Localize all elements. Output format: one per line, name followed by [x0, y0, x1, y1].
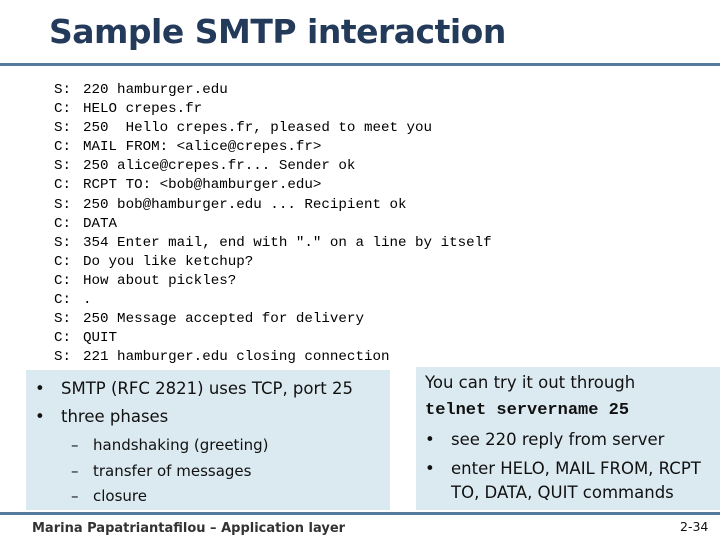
transcript-line: C: DATA — [54, 215, 492, 234]
line-text: 250 Hello crepes.fr, pleased to meet you — [83, 120, 433, 137]
transcript-line: S: 221 hamburger.edu closing connection — [54, 348, 492, 367]
tip-bullet-continued: TO, DATA, QUIT commands — [451, 483, 674, 502]
line-text: 354 Enter mail, end with "." on a line b… — [83, 234, 492, 251]
title-divider — [0, 63, 720, 66]
speaker-label: S: — [54, 196, 72, 213]
line-text: RCPT TO: <bob@hamburger.edu> — [83, 177, 322, 194]
tip-bullet: • see 220 reply from server — [425, 430, 665, 449]
speaker-label: S: — [54, 349, 72, 366]
footer-text: Marina Papatriantafilou – Application la… — [32, 521, 346, 536]
line-text: How about pickles? — [83, 272, 237, 289]
slide-title: Sample SMTP interaction — [49, 12, 506, 51]
speaker-label: S: — [54, 120, 72, 137]
speaker-label: S: — [54, 311, 72, 328]
line-text: HELO crepes.fr — [83, 101, 203, 118]
speaker-label: S: — [54, 158, 72, 175]
speaker-label: C: — [54, 253, 72, 270]
transcript-line: C: How about pickles? — [54, 272, 492, 291]
speaker-label: C: — [54, 139, 72, 156]
line-text: 220 hamburger.edu — [83, 82, 228, 98]
line-text: QUIT — [83, 330, 118, 347]
transcript-line: S: 354 Enter mail, end with "." on a line… — [54, 234, 492, 253]
transcript-line: S: 250 alice@crepes.fr... Sender ok — [54, 157, 492, 176]
line-text: Do you like ketchup? — [83, 253, 254, 270]
speaker-label: C: — [54, 177, 72, 194]
tip-bullet: • enter HELO, MAIL FROM, RCPT — [425, 459, 701, 478]
transcript-line: C: RCPT TO: <bob@hamburger.edu> — [54, 176, 492, 195]
page-number: 2-34 — [680, 519, 709, 534]
footer-divider — [0, 512, 720, 515]
telnet-command: telnet servername 25 — [425, 401, 630, 420]
line-text: . — [83, 292, 92, 309]
sub-bullet-item: – closure — [71, 487, 147, 505]
line-text: DATA — [83, 215, 118, 232]
transcript-line: C:. — [54, 291, 492, 310]
transcript-line: S: 220 hamburger.edu — [54, 81, 492, 100]
transcript-line: S: 250 bob@hamburger.edu ... Recipient ok — [54, 196, 492, 215]
transcript-line: C: HELO crepes.fr — [54, 100, 492, 119]
transcript-line: C: MAIL FROM: <alice@crepes.fr> — [54, 138, 492, 157]
speaker-label: S: — [54, 82, 72, 98]
line-text: 250 bob@hamburger.edu ... Recipient ok — [83, 196, 407, 213]
speaker-label: C: — [54, 292, 72, 309]
tip-intro: You can try it out through — [425, 373, 636, 392]
line-text: 250 Message accepted for delivery — [83, 311, 364, 328]
bullet-item: • three phases — [35, 407, 169, 426]
transcript-line: S: 250 Hello crepes.fr, pleased to meet y… — [54, 119, 492, 138]
speaker-label: C: — [54, 330, 72, 347]
sub-bullet-item: – transfer of messages — [71, 462, 252, 480]
line-text: 250 alice@crepes.fr... Sender ok — [83, 158, 356, 175]
line-text: 221 hamburger.edu closing connection — [83, 349, 390, 366]
transcript-line: C: QUIT — [54, 329, 492, 348]
speaker-label: C: — [54, 215, 72, 232]
speaker-label: S: — [54, 234, 72, 251]
speaker-label: C: — [54, 272, 72, 289]
sub-bullet-item: – handshaking (greeting) — [71, 436, 269, 454]
smtp-transcript: S: 220 hamburger.edu C: HELO crepes.fr S: 250… — [54, 81, 492, 367]
transcript-line: C: Do you like ketchup? — [54, 253, 492, 272]
line-text: MAIL FROM: <alice@crepes.fr> — [83, 139, 322, 156]
speaker-label: C: — [54, 101, 72, 118]
bullet-item: • SMTP (RFC 2821) uses TCP, port 25 — [35, 379, 353, 398]
transcript-line: S: 250 Message accepted for delivery — [54, 310, 492, 329]
